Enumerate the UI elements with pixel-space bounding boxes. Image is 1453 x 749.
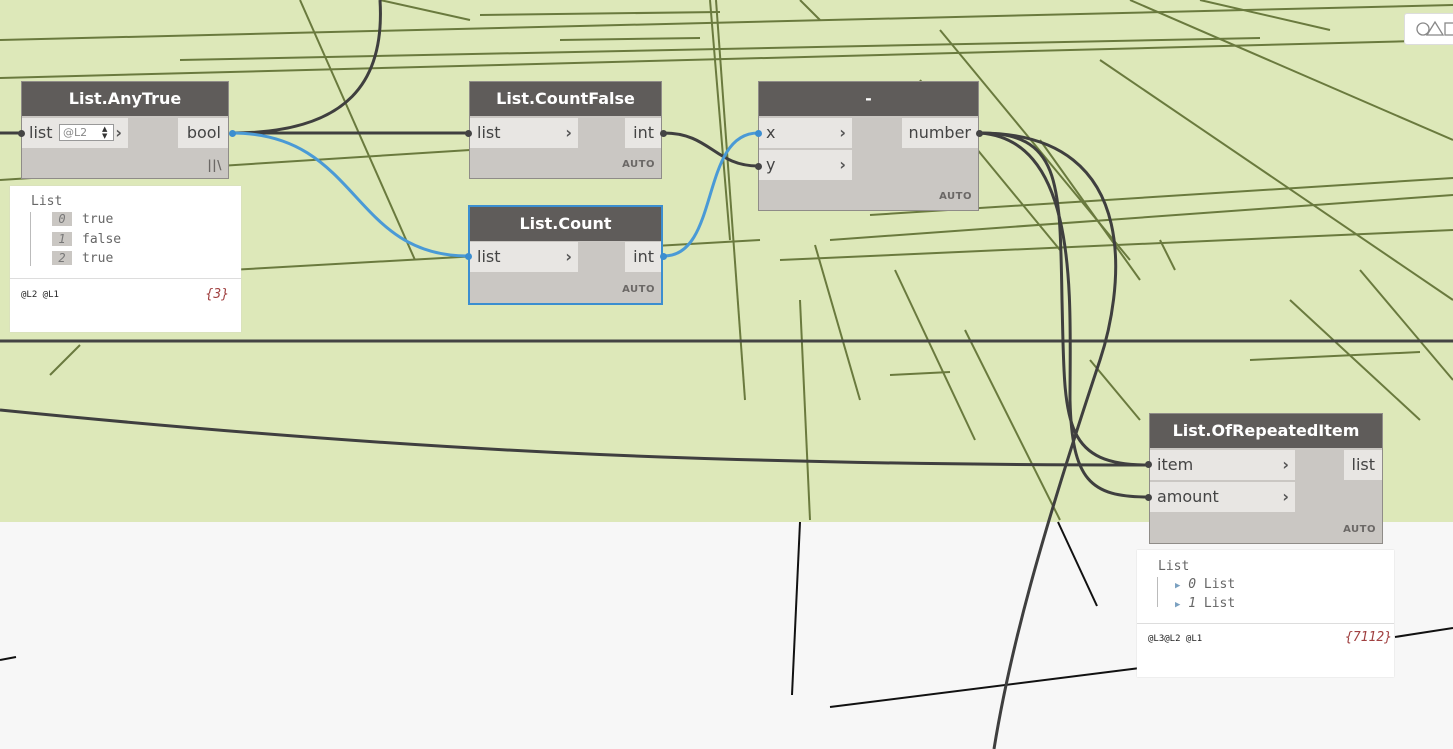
item-index: 1 (52, 232, 72, 246)
output-port-int[interactable]: int (625, 242, 661, 272)
port-dot (1145, 461, 1152, 468)
port-label: list (477, 247, 501, 266)
preview-header: List (31, 194, 63, 209)
tree-line (30, 212, 31, 266)
lacing-indicator[interactable]: AUTO (622, 159, 655, 170)
port-label: y (766, 155, 776, 174)
port-label: list (29, 123, 53, 142)
node-list-anytrue[interactable]: List.AnyTrue list › @L2 ▲ ▼ bool ||\ (21, 81, 229, 179)
port-label: number (908, 123, 971, 142)
output-port-number[interactable]: number (902, 118, 978, 148)
node-subtract[interactable]: - x › y › number AUTO (758, 81, 979, 211)
port-label: x (766, 123, 776, 142)
port-dot (18, 130, 25, 137)
port-dot (660, 130, 667, 137)
input-port-list[interactable]: list › (470, 242, 578, 272)
output-port-bool[interactable]: bool (178, 118, 228, 148)
preview-bubble-anytrue[interactable]: List 0 true 1 false 2 true @L2 @L1 {3} (10, 186, 241, 332)
item-count: {7112} (1345, 630, 1392, 645)
item-value: true (82, 212, 114, 227)
expand-triangle-icon[interactable]: ▶ (1175, 581, 1180, 591)
port-dot (465, 130, 472, 137)
node-title: List.AnyTrue (22, 82, 228, 116)
item-count: {3} (205, 287, 229, 302)
chevron-right-icon: › (1282, 487, 1289, 506)
port-dot (976, 130, 983, 137)
input-port-y[interactable]: y › (759, 150, 852, 180)
input-port-x[interactable]: x › (759, 118, 852, 148)
list-item[interactable]: ▶ 1 List (1175, 596, 1235, 611)
node-title: List.CountFalse (470, 82, 661, 116)
node-title: List.OfRepeatedItem (1150, 414, 1382, 448)
port-dot (755, 130, 762, 137)
chevron-right-icon: › (839, 123, 846, 142)
item-index: 1 (1188, 596, 1197, 611)
list-item: 2 true (52, 251, 113, 266)
chevron-right-icon: › (115, 123, 122, 142)
item-index: 2 (52, 251, 72, 265)
port-label: amount (1157, 487, 1219, 506)
output-port-list[interactable]: list (1344, 450, 1382, 480)
port-dot (229, 130, 236, 137)
preview-divider (10, 278, 241, 279)
level-value: @L2 (63, 126, 88, 139)
item-value: List (1203, 577, 1236, 592)
port-label: int (633, 247, 654, 266)
chevron-right-icon: › (1282, 455, 1289, 474)
lacing-indicator[interactable]: AUTO (939, 191, 972, 202)
preview-bubble-repeated[interactable]: List ▶ 0 List ▶ 1 List @L3@L2 @L1 {7112} (1137, 550, 1394, 677)
node-title: - (759, 82, 978, 116)
output-port-int[interactable]: int (625, 118, 661, 148)
preview-header: List (1158, 559, 1190, 574)
port-label: item (1157, 455, 1194, 474)
lacing-indicator[interactable]: AUTO (1343, 524, 1376, 535)
port-label: int (633, 123, 654, 142)
item-index: 0 (1188, 577, 1197, 592)
input-port-item[interactable]: item › (1150, 450, 1295, 480)
node-list-countfalse[interactable]: List.CountFalse list › int AUTO (469, 81, 662, 179)
lacing-level-input[interactable]: @L2 ▲ ▼ (59, 124, 114, 141)
chevron-right-icon: › (839, 155, 846, 174)
expand-triangle-icon[interactable]: ▶ (1175, 600, 1180, 610)
port-label: bool (186, 123, 221, 142)
lacing-indicator[interactable]: ||\ (207, 158, 222, 172)
spinner-icon[interactable]: ▲ ▼ (102, 126, 112, 140)
chevron-right-icon: › (565, 247, 572, 266)
port-dot (465, 253, 472, 260)
node-title: List.Count (470, 207, 661, 241)
node-list-count[interactable]: List.Count list › int AUTO (468, 205, 663, 305)
item-value: false (82, 232, 122, 247)
list-item: 0 true (52, 212, 113, 227)
chevron-right-icon: › (565, 123, 572, 142)
lacing-indicator[interactable]: AUTO (622, 284, 655, 295)
preview-divider (1137, 623, 1394, 624)
port-dot (755, 163, 762, 170)
port-label: list (1351, 455, 1376, 474)
port-dot (1145, 494, 1152, 501)
geometry-view-icon[interactable] (1405, 14, 1453, 44)
item-value: List (1203, 596, 1236, 611)
input-port-list[interactable]: list › (470, 118, 578, 148)
list-item: 1 false (52, 232, 121, 247)
list-levels: @L2 @L1 (21, 290, 59, 300)
input-port-amount[interactable]: amount › (1150, 482, 1295, 512)
port-dot (660, 253, 667, 260)
port-label: list (477, 123, 501, 142)
item-value: true (82, 251, 114, 266)
tree-line (1157, 577, 1158, 607)
workspace-canvas[interactable]: List.AnyTrue list › @L2 ▲ ▼ bool ||\ List… (0, 0, 1453, 749)
item-index: 0 (52, 212, 72, 226)
list-levels: @L3@L2 @L1 (1148, 634, 1203, 644)
list-item[interactable]: ▶ 0 List (1175, 577, 1235, 592)
view-toggle[interactable] (1404, 13, 1453, 45)
node-list-ofrepeateditem[interactable]: List.OfRepeatedItem item › amount › list… (1149, 413, 1383, 544)
